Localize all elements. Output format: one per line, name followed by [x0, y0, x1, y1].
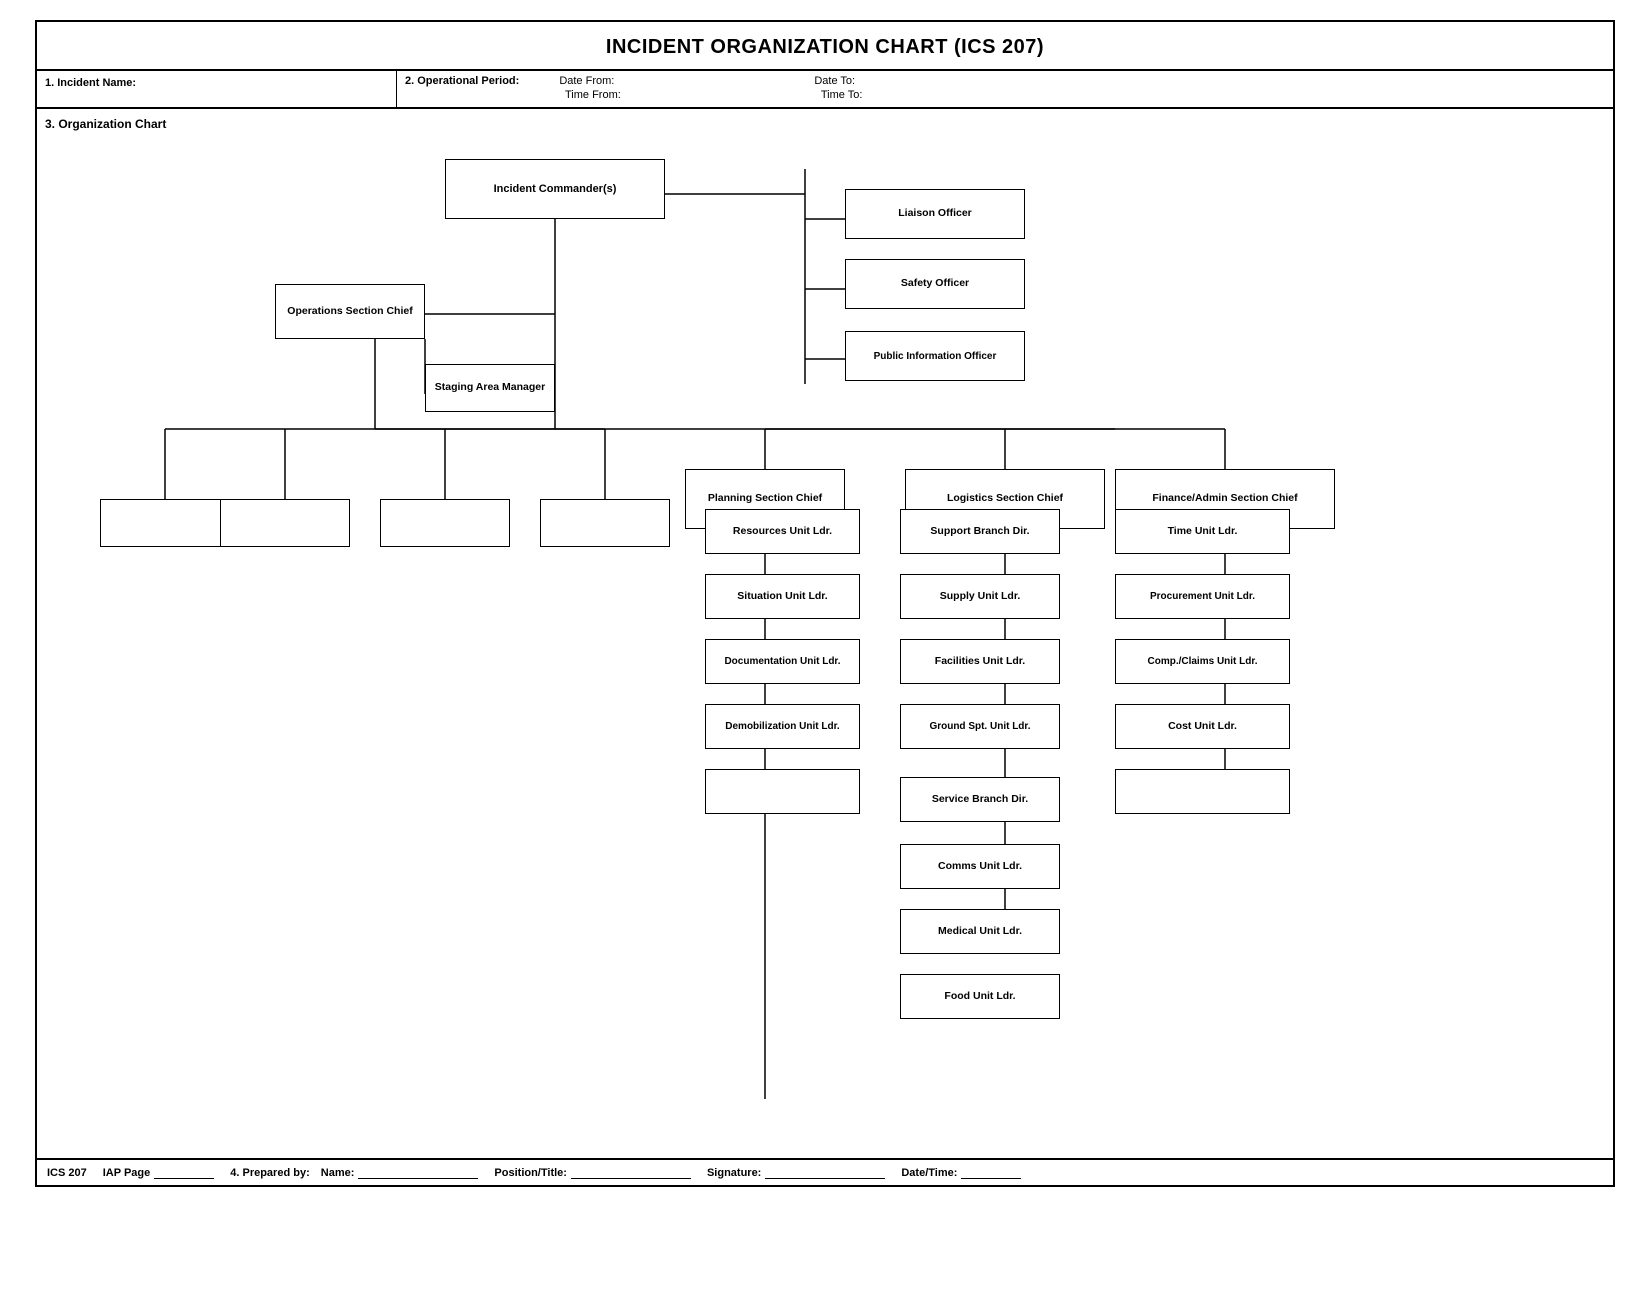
empty-box-2	[220, 499, 350, 547]
empty-box-1	[100, 499, 230, 547]
procurement-unit-ldr-box: Procurement Unit Ldr.	[1115, 574, 1290, 619]
date-from-label: Date From:	[559, 75, 614, 87]
ics-label: ICS 207	[47, 1167, 87, 1179]
supply-unit-ldr-box: Supply Unit Ldr.	[900, 574, 1060, 619]
body-section: 3. Organization Chart	[37, 108, 1613, 1158]
medical-unit-ldr-box: Medical Unit Ldr.	[900, 909, 1060, 954]
date-to-value	[895, 75, 1015, 87]
operational-period-label: 2. Operational Period:	[405, 75, 519, 87]
position-field: Position/Title:	[494, 1166, 691, 1179]
prepared-by-field: 4. Prepared by: Name:	[230, 1166, 478, 1179]
iap-page-value	[154, 1166, 214, 1179]
signature-value	[765, 1166, 885, 1179]
datetime-value	[961, 1166, 1021, 1179]
time-from-value	[661, 89, 781, 101]
facilities-unit-ldr-box: Facilities Unit Ldr.	[900, 639, 1060, 684]
time-to-value	[902, 89, 1022, 101]
staging-area-manager-box: Staging Area Manager	[425, 364, 555, 412]
incident-name-label: 1. Incident Name:	[45, 77, 136, 89]
position-label: Position/Title:	[494, 1167, 567, 1179]
empty-box-3	[380, 499, 510, 547]
ground-spt-unit-ldr-box: Ground Spt. Unit Ldr.	[900, 704, 1060, 749]
time-from-label: Time From:	[565, 89, 621, 101]
signature-field: Signature:	[707, 1166, 885, 1179]
incident-commander-box: Incident Commander(s)	[445, 159, 665, 219]
header-row: 1. Incident Name: 2. Operational Period:…	[37, 69, 1613, 108]
org-chart-label: 3. Organization Chart	[45, 117, 1605, 131]
page: INCIDENT ORGANIZATION CHART (ICS 207) 1.…	[35, 20, 1615, 1187]
empty-box-4	[540, 499, 670, 547]
safety-officer-box: Safety Officer	[845, 259, 1025, 309]
situation-unit-ldr-box: Situation Unit Ldr.	[705, 574, 860, 619]
iap-label: IAP Page	[103, 1167, 151, 1179]
service-branch-dir-box: Service Branch Dir.	[900, 777, 1060, 822]
date-to-label: Date To:	[814, 75, 855, 87]
name-value	[358, 1166, 478, 1179]
demobilization-unit-ldr-box: Demobilization Unit Ldr.	[705, 704, 860, 749]
public-information-officer-box: Public Information Officer	[845, 331, 1025, 381]
operations-section-chief-box: Operations Section Chief	[275, 284, 425, 339]
time-unit-ldr-box: Time Unit Ldr.	[1115, 509, 1290, 554]
signature-label: Signature:	[707, 1167, 761, 1179]
date-from-value	[654, 75, 774, 87]
food-unit-ldr-box: Food Unit Ldr.	[900, 974, 1060, 1019]
finance-empty-box	[1115, 769, 1290, 814]
liaison-officer-box: Liaison Officer	[845, 189, 1025, 239]
comp-claims-unit-ldr-box: Comp./Claims Unit Ldr.	[1115, 639, 1290, 684]
time-to-label: Time To:	[821, 89, 863, 101]
position-value	[571, 1166, 691, 1179]
cost-unit-ldr-box: Cost Unit Ldr.	[1115, 704, 1290, 749]
datetime-label: Date/Time:	[901, 1167, 957, 1179]
incident-name-field: 1. Incident Name:	[37, 71, 397, 107]
operational-period-field: 2. Operational Period: Date From: Date T…	[397, 71, 1613, 107]
iap-page-field: IAP Page	[103, 1166, 215, 1179]
documentation-unit-ldr-box: Documentation Unit Ldr.	[705, 639, 860, 684]
name-label: Name:	[321, 1167, 355, 1179]
resources-unit-ldr-box: Resources Unit Ldr.	[705, 509, 860, 554]
comms-unit-ldr-box: Comms Unit Ldr.	[900, 844, 1060, 889]
footer: ICS 207 IAP Page 4. Prepared by: Name: P…	[37, 1158, 1613, 1185]
support-branch-dir-box: Support Branch Dir.	[900, 509, 1060, 554]
prepared-label: 4. Prepared by:	[230, 1167, 309, 1179]
page-title: INCIDENT ORGANIZATION CHART (ICS 207)	[37, 22, 1613, 69]
planning-empty-box	[705, 769, 860, 814]
chart-area: Incident Commander(s) Liaison Officer Sa…	[45, 139, 1605, 1119]
datetime-field: Date/Time:	[901, 1166, 1021, 1179]
